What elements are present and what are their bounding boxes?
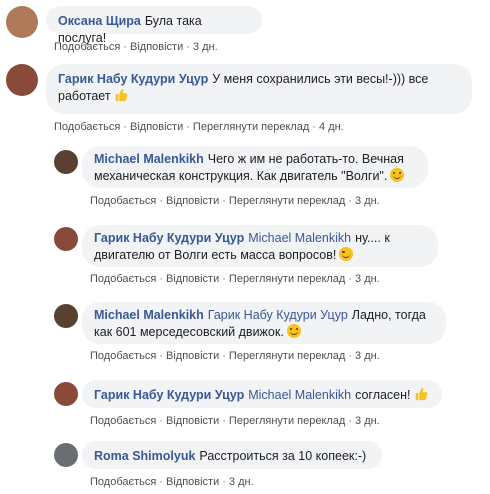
timestamp[interactable]: 3 дн. <box>355 350 380 362</box>
comment-author[interactable]: Оксана Щира <box>58 14 141 28</box>
comment-text: Чего ж им не работать-то. Вечная <box>207 152 404 166</box>
like-link[interactable]: Подобається <box>90 195 156 207</box>
mention-link[interactable]: Michael Malenkikh <box>248 388 351 402</box>
comment-text-cont: работает <box>58 89 111 103</box>
comment-author[interactable]: Michael Malenkikh <box>94 152 204 166</box>
comment-bubble: Гарик Набу Кудури Уцур У меня сохранились… <box>46 64 472 114</box>
see-translation-link[interactable]: Переглянути переклад <box>229 415 345 427</box>
comment-text: Ладно, тогда <box>351 308 426 322</box>
avatar[interactable] <box>54 227 78 251</box>
comment-actions: Подобається · Відповісти · Переглянути перек… <box>90 415 380 427</box>
like-link[interactable]: Подобається <box>90 476 156 488</box>
comment-text: ну.... к <box>355 231 390 245</box>
comment-actions: Подобається · Відповісти · Переглянути перек… <box>90 350 380 362</box>
smile-emoji-icon <box>286 324 301 338</box>
comment-bubble: Michael Malenkikh Чего ж им не работать-т… <box>82 146 428 188</box>
comment-actions: Подобається · Відповісти · Переглянути перек… <box>54 121 344 133</box>
comment-author[interactable]: Michael Malenkikh <box>94 308 204 322</box>
see-translation-link[interactable]: Переглянути переклад <box>229 273 345 285</box>
comment-text: Расстроиться за 10 копеек:-) <box>199 449 367 463</box>
timestamp[interactable]: 4 дн. <box>319 121 344 133</box>
like-link[interactable]: Подобається <box>54 41 120 53</box>
comment-bubble: Оксана Щира Була така послуга! <box>46 6 262 45</box>
avatar[interactable] <box>54 150 78 174</box>
timestamp[interactable]: 3 дн. <box>355 273 380 285</box>
comment-actions: Подобається · Відповісти · 3 дн. <box>90 476 254 488</box>
avatar[interactable] <box>54 382 78 406</box>
avatar[interactable] <box>6 6 38 38</box>
comment-actions: Подобається · Відповісти · Переглянути перек… <box>90 273 380 285</box>
comment-actions: Подобається · Відповісти · 3 дн. <box>54 41 218 53</box>
comment-text: У меня сохранились эти весы!-))) все <box>212 72 429 86</box>
avatar[interactable] <box>54 304 78 328</box>
like-link[interactable]: Подобається <box>90 273 156 285</box>
see-translation-link[interactable]: Переглянути переклад <box>193 121 309 133</box>
comment-text-cont: механическая конструкция. Как двигатель … <box>94 169 388 183</box>
avatar[interactable] <box>54 443 78 467</box>
comment-bubble: Гарик Набу Кудури Уцур Michael Malenkikh н… <box>82 225 438 267</box>
like-link[interactable]: Подобається <box>54 121 120 133</box>
comment-author[interactable]: Гарик Набу Кудури Уцур <box>58 72 208 86</box>
avatar[interactable] <box>6 64 38 96</box>
see-translation-link[interactable]: Переглянути переклад <box>229 195 345 207</box>
timestamp[interactable]: 3 дн. <box>355 415 380 427</box>
comment-actions: Подобається · Відповісти · Переглянути перек… <box>90 195 380 207</box>
comment-author[interactable]: Гарик Набу Кудури Уцур <box>94 388 244 402</box>
comment-bubble: Michael Malenkikh Гарик Набу Кудури Уцур Л… <box>82 302 446 344</box>
thumbs-up-icon <box>415 387 427 401</box>
reply-link[interactable]: Відповісти <box>166 476 219 488</box>
comment-bubble: Roma Shimolyuk Расстроиться за 10 копеек:… <box>82 441 382 469</box>
comment-text: согласен! <box>355 388 411 402</box>
comment-text-cont: двигателю от Волги есть масса вопросов! <box>94 248 337 262</box>
mention-link[interactable]: Michael Malenkikh <box>248 231 351 245</box>
like-link[interactable]: Подобається <box>90 350 156 362</box>
reply-link[interactable]: Відповісти <box>166 350 219 362</box>
timestamp[interactable]: 3 дн. <box>229 476 254 488</box>
mention-link[interactable]: Гарик Набу Кудури Уцур <box>208 308 348 322</box>
see-translation-link[interactable]: Переглянути переклад <box>229 350 345 362</box>
timestamp[interactable]: 3 дн. <box>193 41 218 53</box>
reply-link[interactable]: Відповісти <box>166 195 219 207</box>
comment-author[interactable]: Roma Shimolyuk <box>94 449 195 463</box>
comment-bubble: Гарик Набу Кудури Уцур Michael Malenkikh с… <box>82 380 442 408</box>
comment-text-cont: как 601 мерседесовский движок. <box>94 325 284 339</box>
thumbs-up-icon <box>115 88 127 102</box>
reply-link[interactable]: Відповісти <box>130 121 183 133</box>
comment-author[interactable]: Гарик Набу Кудури Уцур <box>94 231 244 245</box>
wink-emoji-icon <box>339 247 354 261</box>
reply-link[interactable]: Відповісти <box>166 273 219 285</box>
reply-link[interactable]: Відповісти <box>166 415 219 427</box>
reply-link[interactable]: Відповісти <box>130 41 183 53</box>
timestamp[interactable]: 3 дн. <box>355 195 380 207</box>
smile-emoji-icon <box>390 168 405 182</box>
like-link[interactable]: Подобається <box>90 415 156 427</box>
